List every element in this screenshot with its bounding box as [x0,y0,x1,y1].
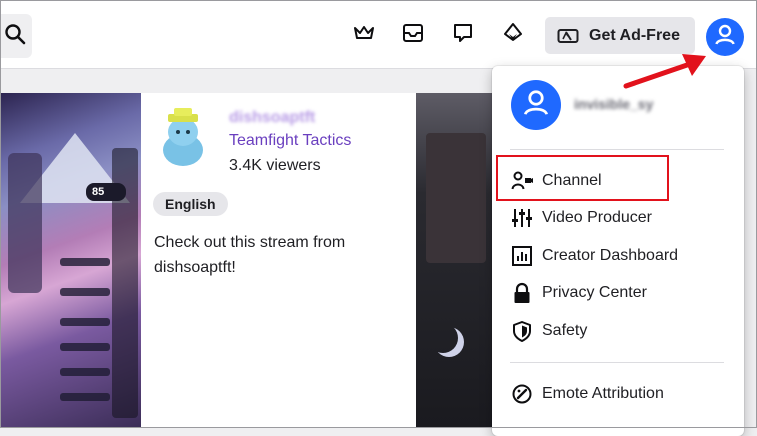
lock-icon [511,282,533,304]
ad-free-icon [557,27,579,45]
streamer-avatar[interactable] [158,106,208,168]
prime-crown-button[interactable] [350,21,378,49]
menu-user-avatar [511,80,561,130]
menu-divider [510,362,724,363]
user-icon [521,88,551,123]
menu-item-creator-dashboard[interactable]: Creator Dashboard [502,238,734,274]
dashboard-icon [511,245,533,267]
webcam-overlay [426,133,486,263]
menu-item-label: Video Producer [542,209,652,226]
ad-free-label: Get Ad-Free [589,26,680,44]
stream-thumbnail-2[interactable] [416,93,496,428]
hud-player-row [60,288,110,296]
viewer-count: 3.4K viewers [229,157,321,174]
game-tower [8,153,42,293]
menu-item-safety[interactable]: Safety [502,313,734,349]
sliders-icon [511,207,533,229]
search-icon [4,23,26,50]
stream-info-card: dishsoaptft Teamfight Tactics 3.4K viewe… [141,93,416,428]
crown-icon [352,23,376,48]
hud-player-row [60,318,110,326]
annotation-arrow [623,54,706,89]
bits-icon [501,21,525,50]
menu-item-label: Emote Attribution [542,385,664,402]
inbox-icon [401,22,425,49]
game-category-link[interactable]: Teamfight Tactics [229,132,351,150]
menu-item-label: Creator Dashboard [542,247,679,264]
bits-button[interactable] [499,21,527,49]
menu-divider [510,149,724,150]
menu-username: invisible_sy [574,96,654,112]
hud-player-row [60,368,110,376]
menu-item-emote-attribution[interactable]: Emote Attribution [502,376,734,412]
menu-item-label: Safety [542,322,588,339]
menu-item-video-producer[interactable]: Video Producer [502,200,734,236]
whispers-button[interactable] [449,21,477,49]
hud-player-row [60,258,110,266]
user-dropdown-menu: invisible_sy Channel Video Producer Crea… [492,66,744,436]
menu-item-label: Privacy Center [542,284,647,301]
shield-icon [511,320,533,342]
moon-decoration [428,323,458,353]
streamer-name-link[interactable]: dishsoaptft [229,109,315,127]
channel-highlight-box [496,155,669,201]
hud-player-row [60,343,110,351]
inbox-button[interactable] [399,21,427,49]
gold-counter: 85 [86,183,126,201]
emote-icon [511,383,533,405]
language-tag[interactable]: English [153,192,228,216]
stream-description: Check out this stream from dishsoaptft! [154,234,346,276]
menu-item-privacy-center[interactable]: Privacy Center [502,275,734,311]
search-button[interactable] [0,14,32,58]
chat-bubble-icon [451,21,475,50]
hud-player-row [60,393,110,401]
stream-thumbnail[interactable]: 85 [0,93,141,428]
